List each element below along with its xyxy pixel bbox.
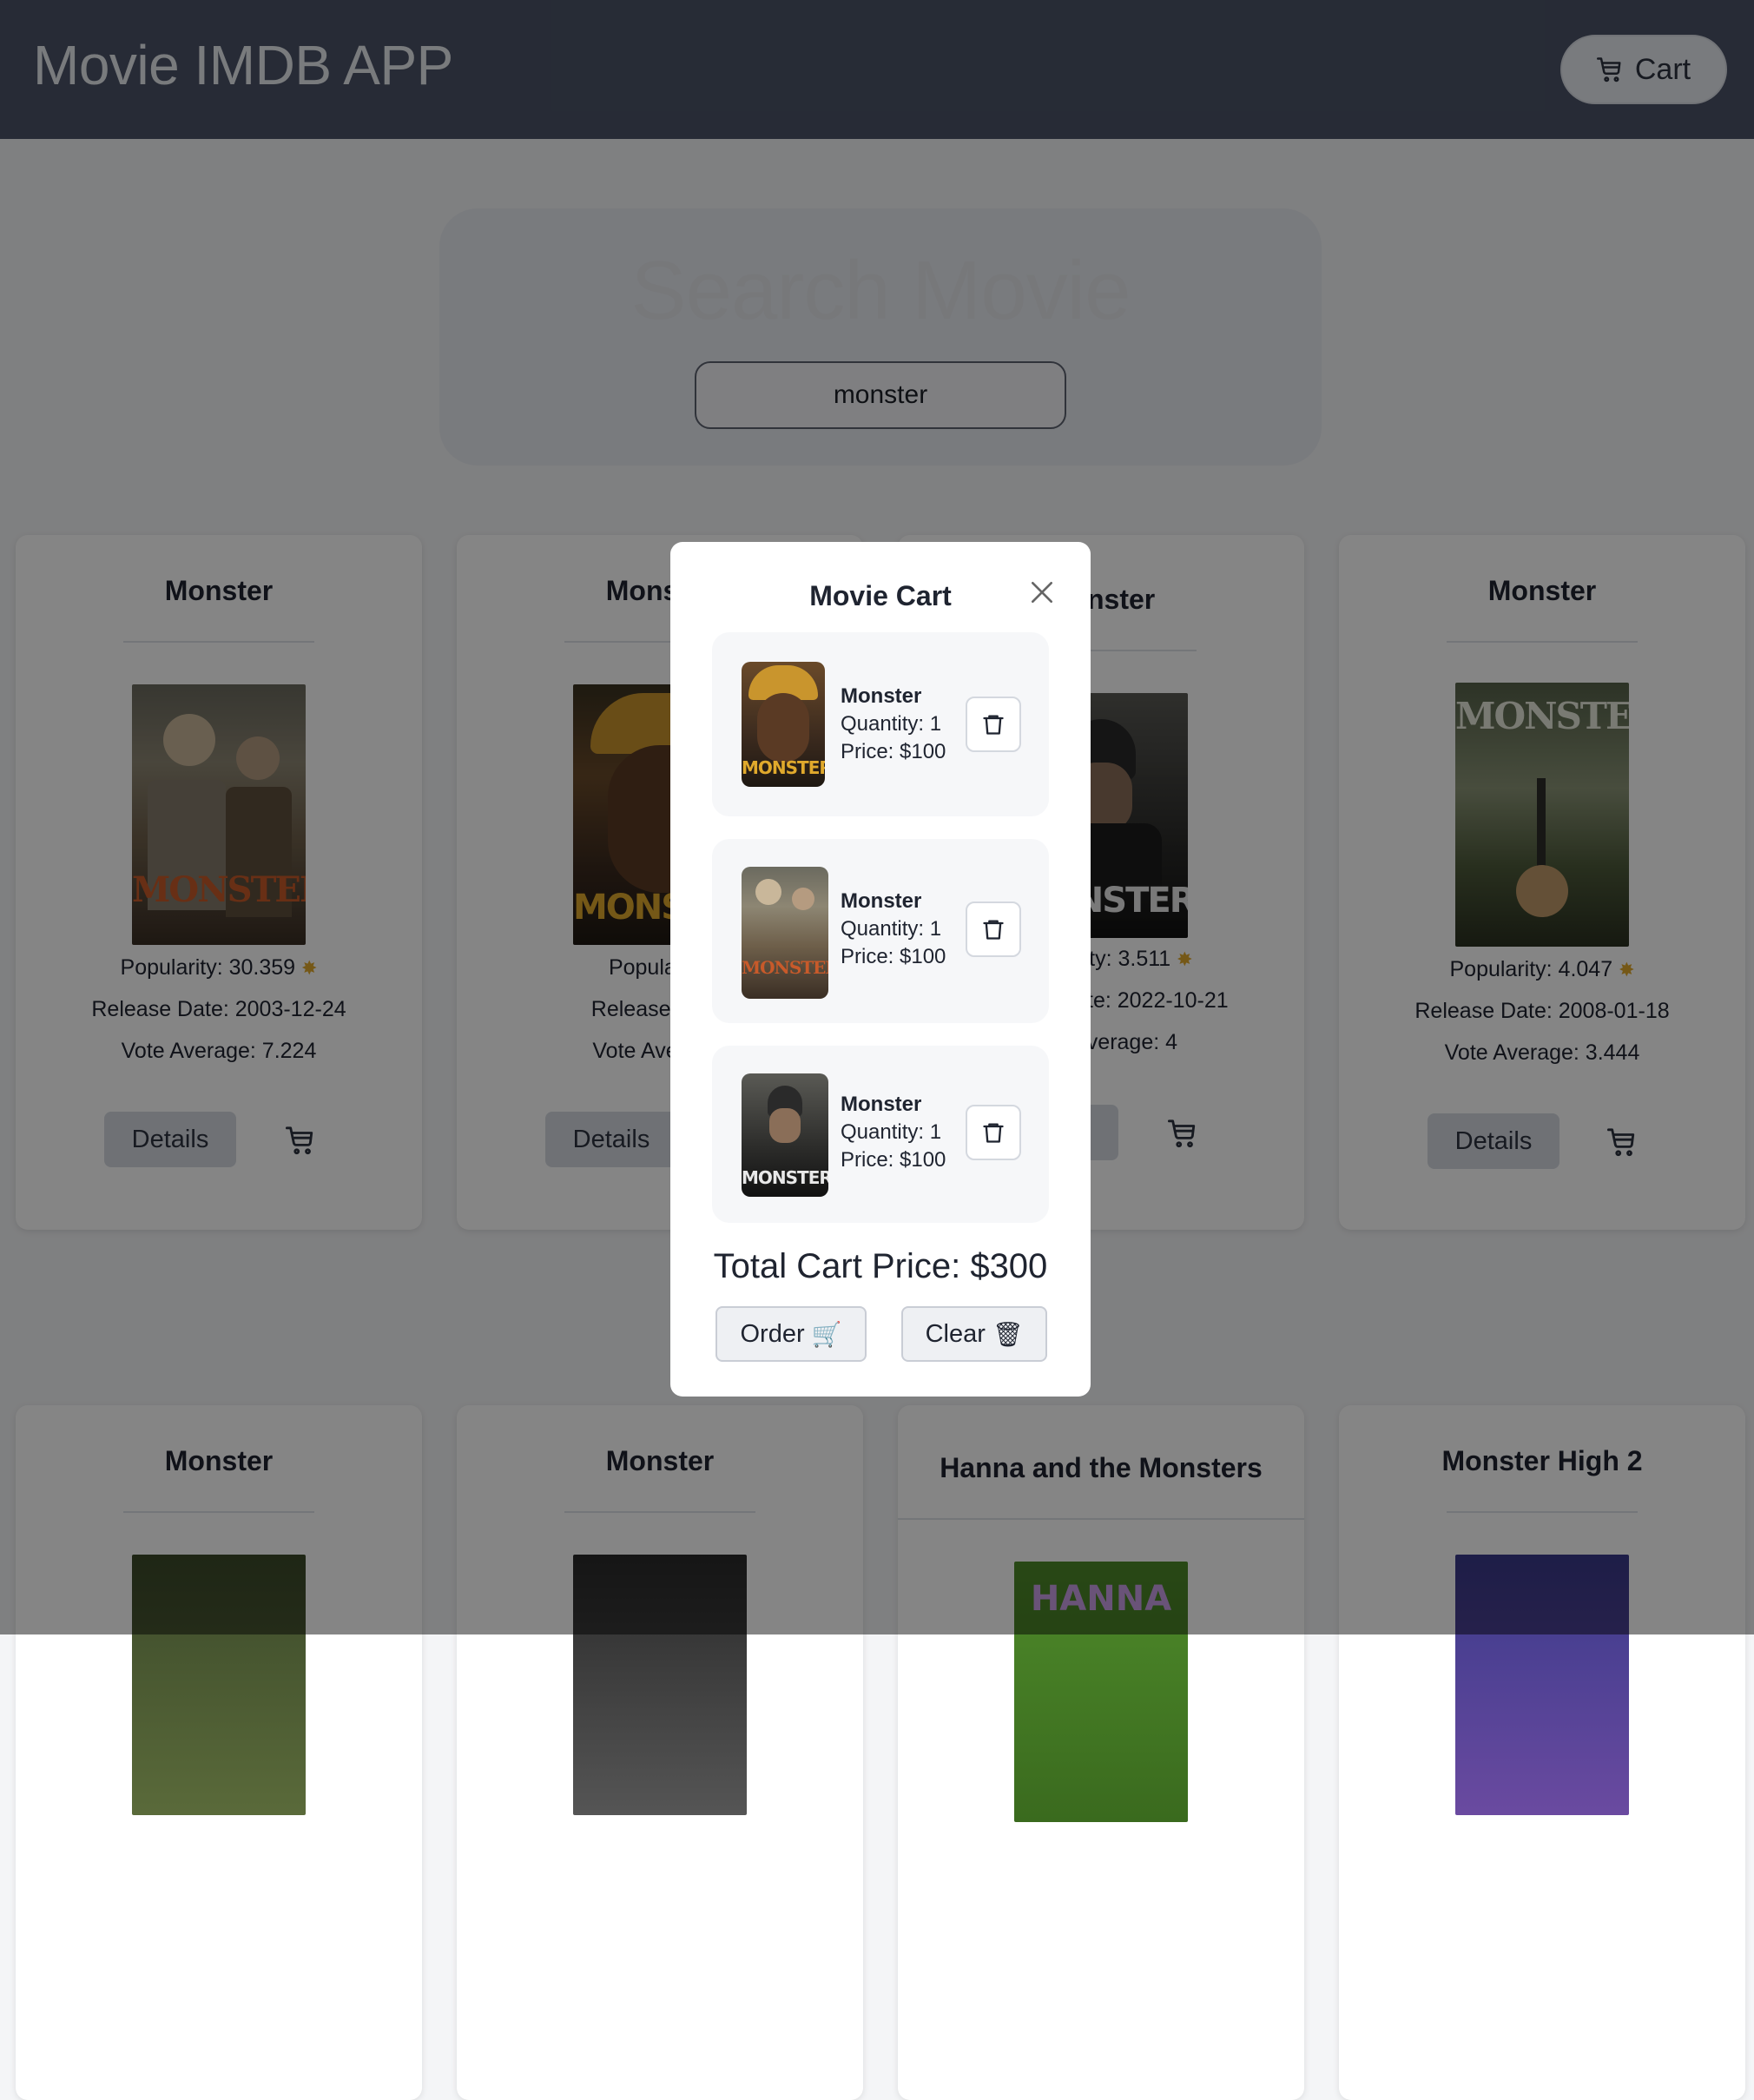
trash-icon	[983, 715, 1004, 735]
remove-item-button[interactable]	[966, 1105, 1021, 1160]
cart-item: MONSTER Monster Quantity: 1 Price: $100	[712, 632, 1049, 816]
cart-item-info: Monster Quantity: 1 Price: $100	[841, 683, 946, 766]
cart-item-quantity: Quantity: 1	[841, 1120, 942, 1144]
cart-modal: Movie Cart MONSTER Monster Quantity: 1 P…	[670, 542, 1091, 1397]
clear-button-label: Clear	[925, 1319, 986, 1348]
cart-item: MONSTER Monster Quantity: 1 Price: $100	[712, 839, 1049, 1023]
cart-item-price: Price: $100	[841, 945, 946, 968]
order-button-label: Order	[740, 1319, 805, 1348]
cart-item-poster-title: MONSTER	[742, 757, 825, 778]
cart-item-poster-title: MONSTER	[742, 1167, 828, 1188]
close-icon[interactable]	[1028, 578, 1056, 606]
cart-item-name: Monster	[841, 1093, 922, 1116]
clear-button[interactable]: Clear 🗑	[901, 1306, 1047, 1362]
cart-item-name: Monster	[841, 889, 922, 913]
wastebasket-icon: 🗑	[992, 1320, 1024, 1348]
trash-icon	[983, 1123, 1004, 1143]
cart-item-poster: MONSTER	[742, 867, 828, 999]
cart-item-quantity: Quantity: 1	[841, 712, 942, 736]
total-cart-price: Total Cart Price: $300	[713, 1247, 1048, 1285]
cart-item-poster: MONSTER	[742, 1073, 828, 1197]
remove-item-button[interactable]	[966, 697, 1021, 752]
order-button[interactable]: Order 🛒	[715, 1306, 867, 1362]
cart-item: MONSTER Monster Quantity: 1 Price: $100	[712, 1046, 1049, 1223]
cart-item-price: Price: $100	[841, 740, 946, 763]
cart-item-name: Monster	[841, 684, 922, 708]
cart-item-info: Monster Quantity: 1 Price: $100	[841, 888, 946, 971]
remove-item-button[interactable]	[966, 901, 1021, 957]
cart-item-price: Price: $100	[841, 1148, 946, 1172]
cart-item-poster: MONSTER	[742, 662, 825, 787]
cart-item-info: Monster Quantity: 1 Price: $100	[841, 1091, 946, 1174]
cart-item-poster-title: MONSTER	[742, 957, 828, 978]
shopping-cart-icon: 🛒	[811, 1320, 842, 1348]
trash-icon	[983, 920, 1004, 940]
cart-item-quantity: Quantity: 1	[841, 917, 942, 941]
